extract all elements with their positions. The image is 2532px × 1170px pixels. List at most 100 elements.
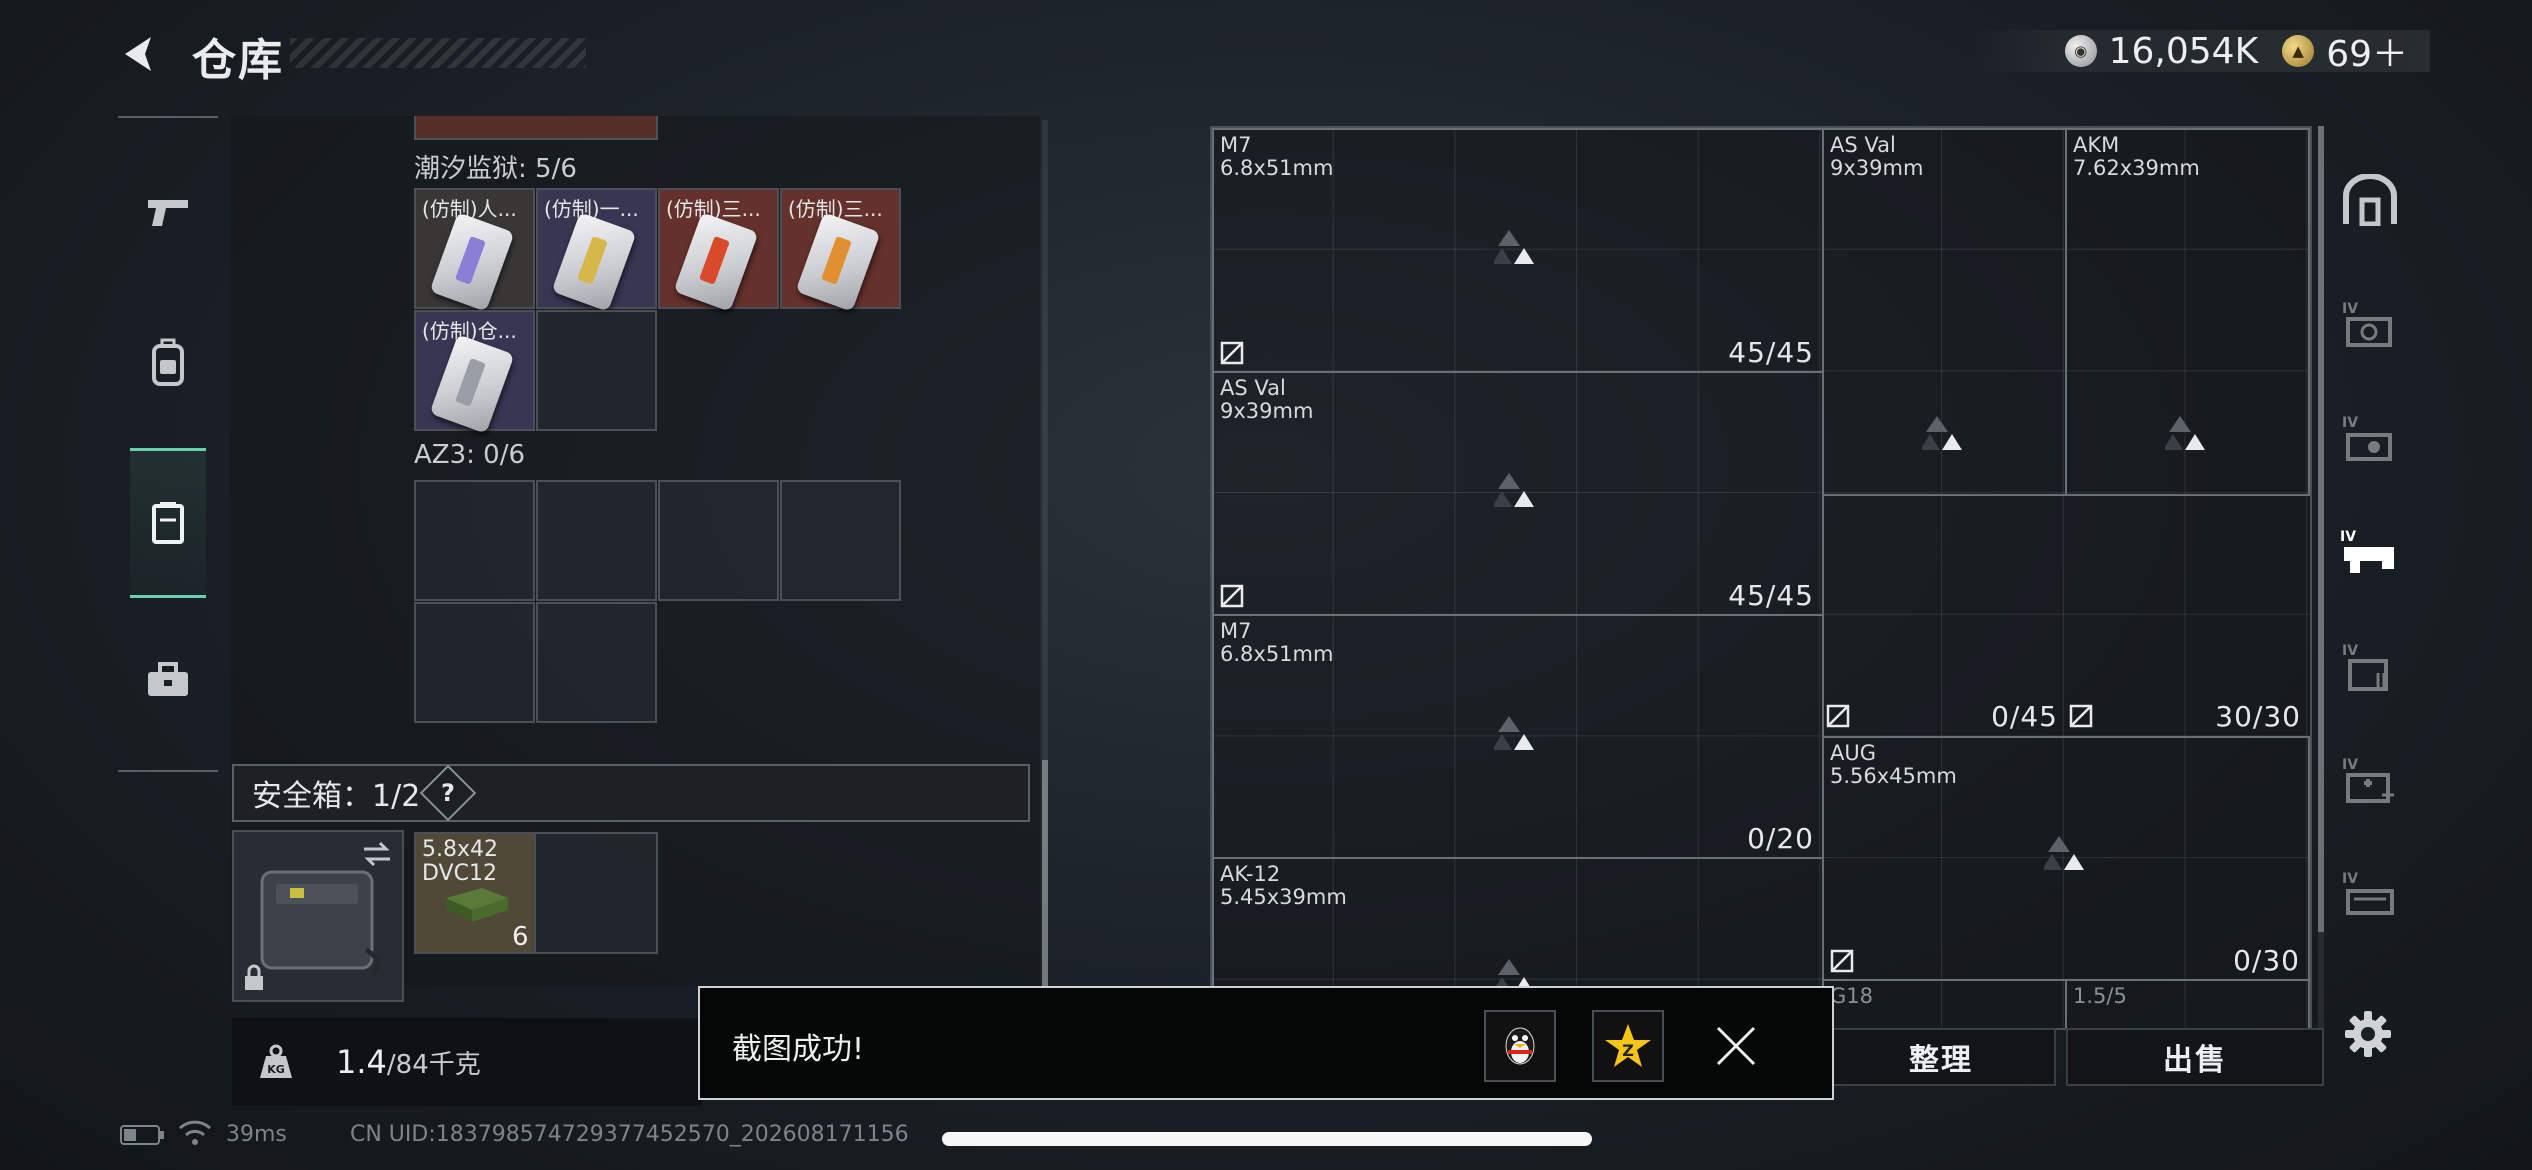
home-indicator[interactable] — [942, 1132, 1592, 1146]
tier4-camera-icon: IV — [2342, 301, 2392, 347]
settings-button[interactable] — [2338, 1004, 2398, 1064]
no-mod-icon — [1220, 584, 1244, 608]
svg-text:Z: Z — [1622, 1041, 1634, 1060]
empty-slot[interactable] — [658, 480, 779, 601]
storage-scroll-thumb[interactable] — [1042, 760, 1048, 986]
safe-box-container[interactable] — [232, 830, 404, 1002]
svg-text:IV: IV — [2342, 643, 2358, 659]
tier4-case-icon: IV — [2342, 415, 2392, 461]
close-icon — [1716, 1026, 1756, 1066]
no-mod-icon — [1826, 704, 1850, 728]
no-mod-icon — [1830, 949, 1854, 973]
rarity-triangle-icon — [2044, 836, 2084, 870]
keycard-icon — [673, 212, 759, 312]
category-toolbox[interactable] — [130, 642, 206, 718]
lock-icon — [245, 964, 263, 990]
tier4-weapon-case-icon: IV — [2340, 529, 2394, 573]
magazine-slot[interactable]: G18 — [1822, 979, 2067, 1028]
weight-bar: KG 1.4/84千克 — [232, 1018, 702, 1106]
gold-currency-amount: 69＋ — [2326, 34, 2408, 75]
no-mod-icon — [1220, 341, 1244, 365]
magazine-slot[interactable]: AS Val 9x39mm — [1822, 128, 2067, 496]
empty-slot[interactable] — [536, 602, 657, 723]
storage-box-icon — [152, 502, 184, 544]
magazine-slot[interactable]: AUG 5.56x45mm 0/30 — [1822, 736, 2310, 981]
backpack-icon — [152, 338, 184, 386]
container-tab-weapon-case[interactable]: IV — [2332, 516, 2408, 592]
cutoff-item-row[interactable] — [414, 116, 658, 140]
organize-button[interactable]: 整理 — [1826, 1028, 2056, 1086]
magazine-slot[interactable]: M7 6.8x51mm 0/20 — [1212, 614, 1824, 859]
penguin-icon — [1505, 1027, 1535, 1065]
toast-close-button[interactable] — [1706, 1016, 1766, 1076]
group-label-tidal-prison: 潮汐监狱: 5/6 — [414, 154, 577, 184]
svg-text:IV: IV — [2342, 415, 2358, 431]
svg-text:KG: KG — [267, 1063, 285, 1076]
swap-icon[interactable] — [360, 840, 394, 868]
empty-slot[interactable] — [414, 480, 535, 601]
weight-icon: KG — [244, 1030, 308, 1094]
magazine-slot[interactable]: M7 6.8x51mm 45/45 — [1212, 128, 1824, 373]
category-storage[interactable] — [130, 448, 206, 598]
container-tab-medical[interactable]: IV — [2332, 744, 2408, 820]
wifi-icon — [178, 1118, 212, 1154]
slot-footer-akm: 30/30 — [2069, 700, 2309, 734]
weight-readout: 1.4/84千克 — [336, 1043, 481, 1081]
container-tab-safe[interactable] — [2332, 162, 2408, 238]
group-label-az3: AZ3: 0/6 — [414, 440, 526, 470]
rarity-triangle-icon — [2165, 416, 2205, 450]
grid-scroll-thumb[interactable] — [2318, 126, 2324, 932]
tier4-ammo-case-icon: IV — [2342, 871, 2394, 915]
weapon-case-grid[interactable]: M7 6.8x51mm 45/45 AS Val 9x39mm AKM 7.62… — [1210, 126, 2312, 1030]
divider — [1822, 494, 2067, 496]
empty-slot[interactable] — [536, 310, 657, 431]
safe-box-slots[interactable]: 5.8x42 DVC12 6 — [414, 832, 658, 954]
star-icon: Z — [1605, 1024, 1651, 1067]
back-arrow-icon — [125, 37, 151, 71]
storage-item[interactable]: (仿制)三... — [658, 188, 779, 312]
storage-item[interactable]: (仿制)三... — [780, 188, 901, 312]
silver-currency-amount: 16,054K — [2108, 30, 2259, 72]
rarity-triangle-icon — [1494, 716, 1534, 750]
share-qzone-button[interactable]: Z — [1592, 1010, 1664, 1082]
help-icon[interactable]: ? — [419, 764, 477, 822]
safe-box-header: 安全箱：1/2 ? — [232, 764, 1030, 822]
rarity-triangle-icon — [1922, 416, 1962, 450]
magazine-slot[interactable]: AKM 7.62x39mm — [2065, 128, 2310, 496]
keycard-icon — [551, 212, 637, 312]
share-qq-button[interactable] — [1484, 1010, 1556, 1082]
slot-footer-asval: 0/45 — [1826, 700, 2066, 734]
empty-slot[interactable] — [414, 602, 535, 723]
ping-readout: 39ms — [226, 1122, 287, 1147]
category-weapons[interactable] — [130, 174, 206, 250]
user-uid: CN UID:183798574729377452570_20260817115… — [350, 1122, 909, 1147]
magazine-slot[interactable]: AS Val 9x39mm 45/45 — [1212, 371, 1824, 616]
keycard-icon — [429, 212, 515, 312]
container-tab-document[interactable]: IV — [2332, 630, 2408, 706]
empty-slot[interactable] — [536, 480, 657, 601]
magazine-slot[interactable]: 1.5/5 — [2065, 979, 2310, 1028]
storage-item[interactable]: (仿制)人... — [414, 188, 535, 312]
ammo-count: 6 — [512, 922, 529, 952]
svg-text:IV: IV — [2342, 757, 2358, 773]
safe-vault-icon — [2343, 174, 2397, 226]
sell-button[interactable]: 出售 — [2066, 1028, 2324, 1086]
screenshot-toast: 截图成功! Z — [698, 986, 1834, 1100]
container-tab-camera[interactable]: IV — [2332, 288, 2408, 364]
container-tab-case[interactable]: IV — [2332, 402, 2408, 478]
empty-slot[interactable] — [780, 480, 901, 601]
currency-bar[interactable]: ◉ 16,054K ▲ 69＋ — [1972, 30, 2430, 75]
rarity-triangle-icon — [1494, 473, 1534, 507]
category-backpack[interactable] — [130, 326, 206, 402]
back-button[interactable] — [112, 26, 168, 82]
ammo-item[interactable]: 5.8x42 DVC12 6 — [416, 834, 536, 952]
container-rail: IV IV IV IV IV IV — [2330, 126, 2410, 1006]
container-tab-ammo-case[interactable]: IV — [2332, 858, 2408, 934]
silver-coin-icon: ◉ — [2064, 35, 2097, 67]
storage-item[interactable]: (仿制)仓... — [414, 310, 535, 434]
storage-item[interactable]: (仿制)一... — [536, 188, 657, 312]
toast-message: 截图成功! — [732, 1032, 865, 1067]
pistol-icon — [148, 200, 188, 226]
battery-icon — [120, 1124, 166, 1152]
tier4-document-icon: IV — [2342, 643, 2388, 691]
